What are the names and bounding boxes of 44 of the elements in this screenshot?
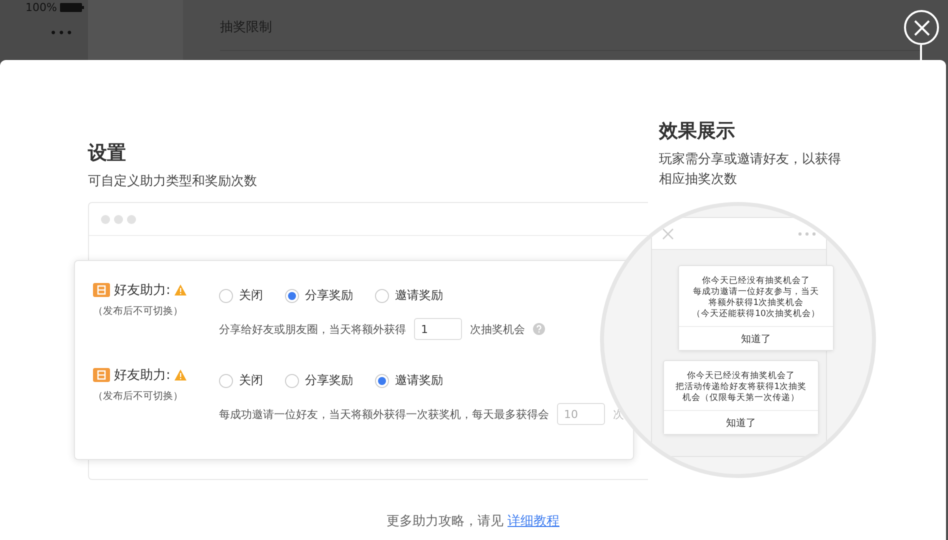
count-input[interactable]: 1 — [414, 318, 462, 340]
hint-text: 分享给好友或朋友圈，当天将额外获得 — [219, 322, 406, 336]
radio-option[interactable]: 邀请奖励 — [375, 287, 443, 304]
warning-icon — [174, 369, 188, 381]
field-label: 好友助力: — [114, 282, 170, 299]
close-button[interactable] — [904, 10, 939, 45]
settings-title: 设置 — [88, 141, 127, 166]
close-icon — [912, 18, 930, 36]
radio-button[interactable] — [219, 288, 233, 302]
window-dot-icon — [127, 214, 136, 224]
field-note: （发布后不可切换） — [93, 304, 183, 318]
radio-button[interactable] — [375, 374, 389, 388]
footer-text: 更多助力攻略，请见 — [386, 514, 504, 529]
radio-option[interactable]: 分享奖励 — [285, 287, 353, 304]
radio-button[interactable] — [219, 374, 233, 388]
help-icon[interactable] — [533, 323, 545, 335]
radio-option[interactable]: 关闭 — [219, 372, 263, 389]
badge-icon — [93, 283, 110, 297]
battery-status: 100% — [26, 0, 84, 14]
popup-button[interactable]: 知道了 — [664, 410, 818, 434]
field-note: （发布后不可切换） — [93, 390, 183, 403]
tutorial-link[interactable]: 详细教程 — [508, 514, 560, 529]
more-icon — [798, 232, 816, 236]
radio-option[interactable]: 关闭 — [219, 287, 263, 304]
close-icon — [662, 228, 674, 240]
radio-option[interactable]: 分享奖励 — [285, 372, 353, 389]
window-dot-icon — [114, 214, 123, 224]
radio-button[interactable] — [285, 288, 299, 302]
warning-icon — [174, 284, 188, 296]
radio-option[interactable]: 邀请奖励 — [375, 372, 443, 389]
preview-description: 玩家需分享或邀请好友，以获得相应抽奖次数 — [659, 151, 842, 189]
radio-button[interactable] — [375, 288, 389, 302]
radio-button[interactable] — [285, 374, 299, 388]
badge-icon — [93, 368, 110, 382]
settings-subtitle: 可自定义助力类型和奖励次数 — [88, 173, 258, 190]
popup-message: 你今天已经没有抽奖机会了 把活动传递给好友将获得1次抽奖 机会（仅限每天第一次传递） — [674, 370, 808, 405]
battery-icon — [60, 2, 84, 12]
preview-title: 效果展示 — [659, 119, 736, 144]
unit-text: 次抽奖机会 — [470, 322, 525, 336]
field-label: 好友助力: — [114, 367, 170, 384]
hint-text: 每成功邀请一位好友，当天将额外获得一次获奖机，每天最多获得会 — [219, 406, 549, 422]
popup-message: 你今天已经没有抽奖机会了 每成功邀请一位好友参与，当天 将额外获得1次抽奖机会 （今天还能获得10次抽奖机会） — [691, 275, 821, 321]
window-dot-icon — [101, 214, 110, 224]
popup-button[interactable]: 知道了 — [679, 326, 833, 350]
